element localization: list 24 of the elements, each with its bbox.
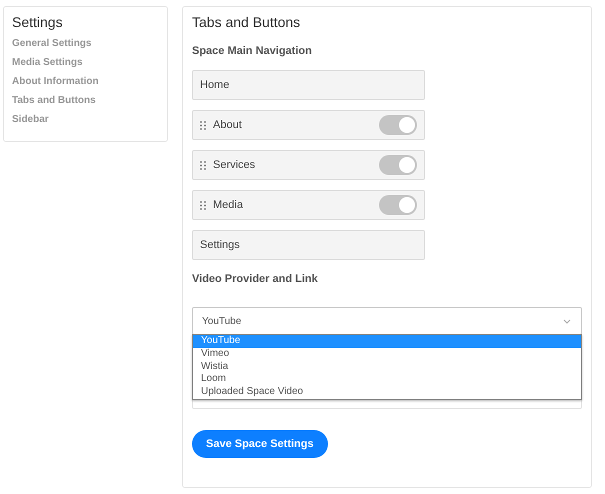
toggle-switch[interactable]	[379, 195, 417, 215]
toggle-switch[interactable]	[379, 115, 417, 135]
drag-handle-icon[interactable]	[200, 120, 206, 130]
nav-item-label: Home	[200, 79, 230, 91]
page-title: Tabs and Buttons	[192, 14, 302, 30]
save-button[interactable]: Save Space Settings	[192, 430, 328, 458]
section-heading: Video Provider and Link	[192, 273, 319, 285]
section-heading: Space Main Navigation	[192, 45, 313, 57]
nav-item-label: Settings	[200, 239, 240, 251]
sidebar-title: Settings	[12, 14, 64, 30]
dropdown-option[interactable]: Vimeo	[193, 348, 581, 361]
nav-item[interactable]: About	[192, 110, 425, 140]
dropdown-option[interactable]: Loom	[193, 373, 581, 386]
chevron-down-icon	[563, 318, 571, 324]
nav-item[interactable]: Services	[192, 150, 425, 180]
nav-item-label: Services	[213, 159, 256, 171]
toggle-switch[interactable]	[379, 155, 417, 175]
drag-handle-icon[interactable]	[200, 160, 206, 170]
drag-handle-icon[interactable]	[200, 200, 206, 210]
dropdown-option[interactable]: Wistia	[193, 360, 581, 374]
nav-item[interactable]: Media	[192, 190, 425, 220]
nav-item-label: Media	[213, 199, 244, 211]
dropdown-option[interactable]: Uploaded Space Video	[193, 386, 581, 399]
nav-item-label: About	[213, 119, 243, 131]
